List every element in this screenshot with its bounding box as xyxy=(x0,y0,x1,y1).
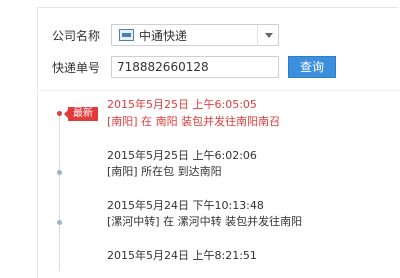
timeline-entry-desc: [南阳] 所在包 到达南阳 xyxy=(107,165,222,178)
timeline-line xyxy=(59,111,60,271)
timeline-dot-latest xyxy=(57,111,62,116)
timeline-entry-time: 2015年5月24日 上午8:21:51 xyxy=(107,249,257,262)
company-select[interactable]: 中通快递 xyxy=(111,24,279,46)
courier-logo-icon xyxy=(119,29,134,41)
company-select-value: 中通快递 xyxy=(139,29,188,43)
tracking-panel xyxy=(37,7,398,278)
timeline-entry-desc: [南阳] 在 南阳 装包并发往南阳南召 xyxy=(107,115,281,128)
tracking-label: 快递单号 xyxy=(52,61,101,75)
timeline-entry-time: 2015年5月24日 下午10:13:48 xyxy=(107,199,264,212)
divider xyxy=(38,90,400,91)
tracking-number-input[interactable] xyxy=(111,56,279,78)
latest-badge: 最新 xyxy=(64,107,98,121)
select-divider xyxy=(257,25,258,45)
query-button[interactable]: 查询 xyxy=(288,56,336,78)
company-label: 公司名称 xyxy=(52,29,101,43)
timeline-dot xyxy=(57,220,62,225)
chevron-down-icon[interactable] xyxy=(265,33,273,38)
timeline-entry-time: 2015年5月25日 上午6:02:06 xyxy=(107,149,257,162)
timeline-entry-desc: [漯河中转] 在 漯河中转 装包并发往南阳 xyxy=(107,215,303,228)
timeline-entry-time: 2015年5月25日 上午6:05:05 xyxy=(107,98,257,111)
timeline-dot xyxy=(57,170,62,175)
